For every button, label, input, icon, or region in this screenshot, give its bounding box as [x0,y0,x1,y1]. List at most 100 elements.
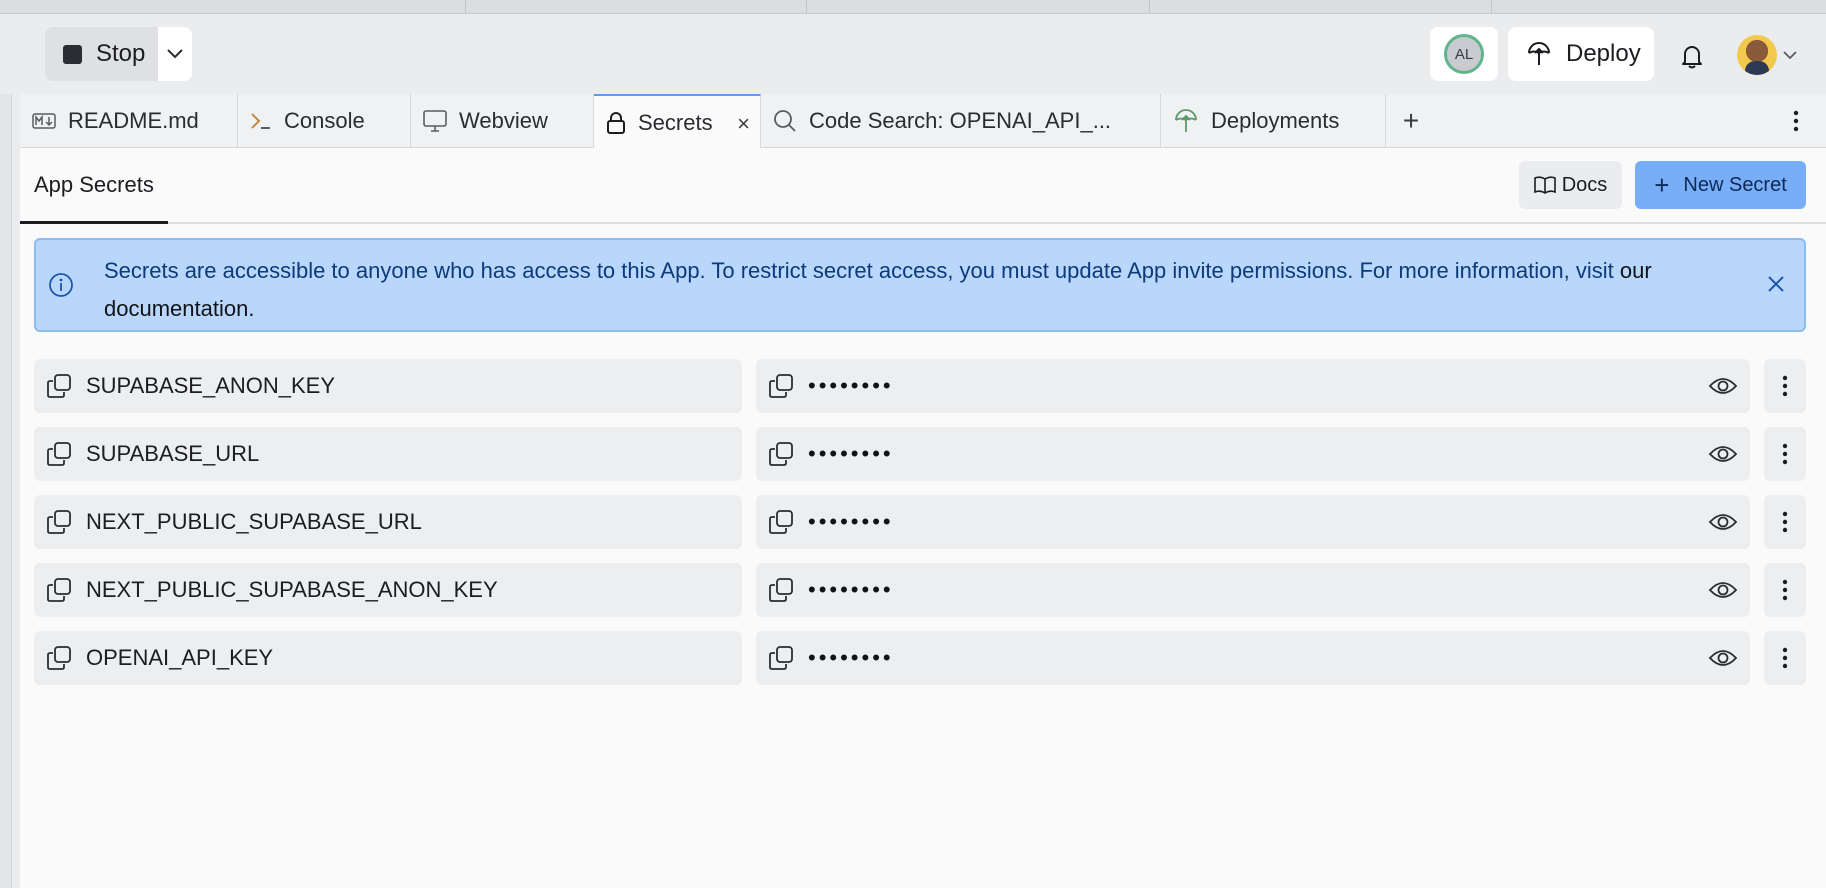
secret-options-button[interactable] [1764,563,1806,617]
copy-icon[interactable] [768,441,794,467]
secret-key: NEXT_PUBLIC_SUPABASE_URL [86,509,422,534]
new-secret-label: New Secret [1683,173,1787,196]
banner-text: Secrets are accessible to anyone who has… [104,258,1570,283]
tab-label: README.md [68,108,199,133]
secret-options-button[interactable] [1764,427,1806,481]
masked-value: •••••••• [808,577,894,602]
copy-icon[interactable] [768,645,794,671]
secret-value-field: •••••••• [756,631,1750,685]
notifications-button[interactable] [1672,36,1712,76]
secret-options-button[interactable] [1764,359,1806,413]
copy-icon[interactable] [768,509,794,535]
eye-icon[interactable] [1708,372,1738,400]
stop-button[interactable]: Stop [45,27,158,81]
more-vertical-icon [1793,110,1799,132]
tab-label: Webview [459,108,548,133]
secret-value-field: •••••••• [756,563,1750,617]
book-icon [1533,176,1556,194]
tab-label: Console [284,108,365,133]
deploy-label: Deploy [1566,40,1641,67]
secret-options-button[interactable] [1764,631,1806,685]
add-tab-button[interactable]: + [1386,94,1436,147]
tab-options-button[interactable] [1786,106,1806,136]
tab-label: Code Search: OPENAI_API_... [809,108,1112,133]
secret-value-field: •••••••• [756,359,1750,413]
docs-button[interactable]: Docs [1519,161,1622,209]
tab-secrets[interactable]: Secrets × [594,94,761,149]
copy-icon[interactable] [768,577,794,603]
secret-key-field: OPENAI_API_KEY [34,631,742,685]
more-vertical-icon [1782,511,1788,533]
collaborator-avatar-button[interactable]: AL [1430,27,1498,81]
plus-icon: + [1402,104,1420,136]
copy-icon[interactable] [46,509,72,535]
secret-row: OPENAI_API_KEY •••••••• [34,631,1806,699]
deploy-icon [1528,42,1550,65]
tab-webview[interactable]: Webview [411,94,594,148]
docs-label: Docs [1561,173,1608,196]
copy-icon[interactable] [768,373,794,399]
secret-key-field: SUPABASE_ANON_KEY [34,359,742,413]
secret-value-field: •••••••• [756,427,1750,481]
chevron-down-icon [167,49,183,59]
tab-readme[interactable]: README.md [20,94,238,148]
tab-console[interactable]: Console [238,94,411,148]
secret-key: OPENAI_API_KEY [86,645,274,670]
banner-message: Secrets are accessible to anyone who has… [104,252,1744,328]
run-options-dropdown[interactable] [158,27,192,81]
secret-key: NEXT_PUBLIC_SUPABASE_ANON_KEY [86,577,498,602]
more-vertical-icon [1782,375,1788,397]
eye-icon[interactable] [1708,440,1738,468]
bell-icon [1682,46,1702,69]
copy-icon[interactable] [46,645,72,671]
copy-icon[interactable] [46,441,72,467]
deploy-icon [1175,109,1197,132]
tab-bar: README.md Console Webview Secrets × Code… [20,94,1826,149]
secrets-pane: App Secrets Docs + New Secret Secrets ar… [20,148,1826,888]
info-icon [49,273,73,297]
secret-key-field: SUPABASE_URL [34,427,742,481]
close-icon[interactable]: × [737,111,750,137]
tab-label: Deployments [1211,108,1340,133]
monitor-icon [423,110,447,132]
top-toolbar: Stop AL Deploy [0,14,1826,94]
avatar: AL [1444,34,1484,74]
masked-value: •••••••• [808,509,894,534]
masked-value: •••••••• [808,645,894,670]
chevron-down-icon [1783,50,1797,59]
secret-row: SUPABASE_ANON_KEY •••••••• [34,359,1806,427]
copy-icon[interactable] [46,577,72,603]
markdown-icon [32,113,56,129]
eye-icon[interactable] [1708,576,1738,604]
tab-label: Secrets [638,109,713,135]
close-icon[interactable] [1766,274,1786,294]
secret-value-field: •••••••• [756,495,1750,549]
eye-icon[interactable] [1708,644,1738,672]
secrets-list: SUPABASE_ANON_KEY •••••••• SUPABASE_URL … [34,359,1806,699]
user-avatar [1737,35,1777,75]
masked-value: •••••••• [808,441,894,466]
more-vertical-icon [1782,579,1788,601]
secret-key-field: NEXT_PUBLIC_SUPABASE_ANON_KEY [34,563,742,617]
tab-code-search[interactable]: Code Search: OPENAI_API_... [761,94,1161,148]
user-menu[interactable] [1737,32,1803,78]
deploy-button[interactable]: Deploy [1508,27,1654,81]
new-secret-button[interactable]: + New Secret [1635,161,1806,209]
pane-title-tab[interactable]: App Secrets [20,148,168,224]
copy-icon[interactable] [46,373,72,399]
tab-deployments[interactable]: Deployments [1161,94,1386,148]
secret-row: NEXT_PUBLIC_SUPABASE_URL •••••••• [34,495,1806,563]
search-icon [774,110,796,132]
secret-key: SUPABASE_ANON_KEY [86,373,336,398]
secret-options-button[interactable] [1764,495,1806,549]
stop-label: Stop [96,40,146,67]
lock-icon [607,111,625,134]
eye-icon[interactable] [1708,508,1738,536]
terminal-icon [251,113,270,129]
stop-icon [63,44,82,64]
more-vertical-icon [1782,647,1788,669]
browser-tab-strip [0,0,1826,14]
plus-icon: + [1654,170,1670,200]
more-vertical-icon [1782,443,1788,465]
banner-visit-link[interactable]: visit [1576,258,1614,283]
